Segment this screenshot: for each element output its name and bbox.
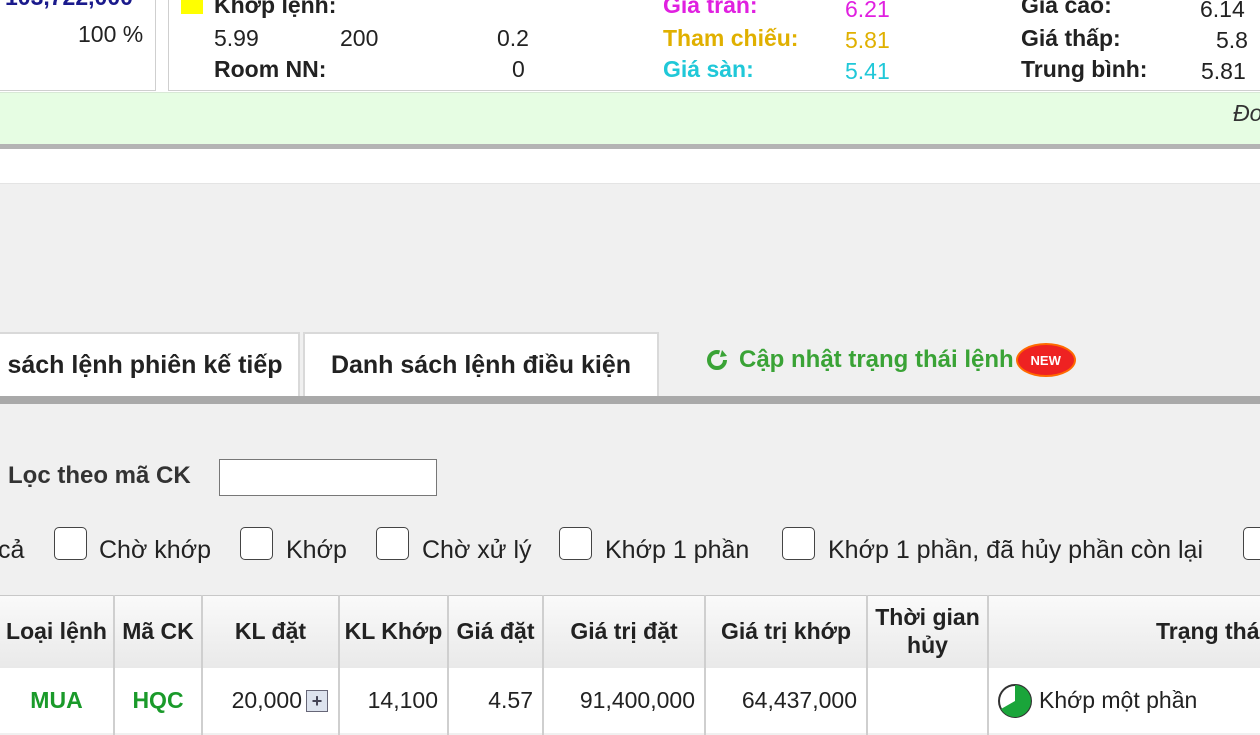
high-label: Giá cao: xyxy=(1021,0,1112,18)
reference-label: Tham chiếu: xyxy=(663,25,799,51)
column-header-price[interactable]: Giá đặt xyxy=(449,595,542,667)
tab-underline xyxy=(0,396,1260,404)
match-price: 5.99 xyxy=(214,25,259,51)
checkbox-matched[interactable] xyxy=(240,527,273,560)
percent-value: 100 % xyxy=(78,21,144,47)
column-header-match-value[interactable]: Giá trị khớp xyxy=(706,595,866,667)
symbol-cell: HQC xyxy=(132,687,184,713)
match-volume: 200 xyxy=(340,25,379,51)
order-value-cell: 91,400,000 xyxy=(579,687,695,713)
tab-next-session-orders[interactable]: sách lệnh phiên kế tiếp xyxy=(0,332,300,396)
checkbox-next[interactable] xyxy=(1243,527,1260,560)
status-filter-label-partial-cancelled: Khớp 1 phần, đã hủy phần còn lại xyxy=(828,536,1204,564)
column-divider xyxy=(987,595,989,735)
symbol-filter-input[interactable] xyxy=(219,459,437,496)
status-cell: Khớp một phần xyxy=(997,668,1260,733)
checkbox-waiting[interactable] xyxy=(54,527,87,560)
expand-icon[interactable]: + xyxy=(306,689,328,712)
status-filter-label-waiting: Chờ khớp xyxy=(99,536,211,564)
low-label: Giá thấp: xyxy=(1021,25,1121,51)
high-value: 6.14 xyxy=(1200,0,1245,22)
order-qty-value: 20,000 xyxy=(231,687,302,713)
room-label: Room NN: xyxy=(214,56,327,82)
column-header-symbol[interactable]: Mã CK xyxy=(115,595,201,667)
status-filter-label-partial: Khớp 1 phần xyxy=(605,536,750,564)
status-text: Khớp một phần xyxy=(1039,687,1198,713)
reference-value: 5.81 xyxy=(845,27,890,53)
notice-text: Đơ xyxy=(1233,100,1260,126)
filter-label: Lọc theo mã CK xyxy=(8,462,191,489)
match-qty-cell: 14,100 xyxy=(367,687,438,713)
blank-band xyxy=(0,149,1260,184)
column-header-match-qty[interactable]: KL Khớp xyxy=(340,595,447,667)
floor-label: Giá sàn: xyxy=(663,56,754,82)
average-value: 5.81 xyxy=(1201,58,1246,84)
checkbox-partial-cancelled[interactable] xyxy=(782,527,815,560)
average-label: Trung bình: xyxy=(1021,56,1148,82)
column-header-status[interactable]: Trạng thá xyxy=(1150,595,1260,667)
order-type-cell: MUA xyxy=(30,687,83,713)
column-header-order-type[interactable]: Loại lệnh xyxy=(0,595,113,667)
checkbox-processing[interactable] xyxy=(376,527,409,560)
notice-band xyxy=(0,92,1260,145)
update-order-status-link[interactable]: Cập nhật trạng thái lệnh NEW xyxy=(705,343,1074,377)
tab-label: sách lệnh phiên kế tiếp xyxy=(7,350,283,379)
legend-swatch-icon xyxy=(181,0,203,14)
column-header-order-qty[interactable]: KL đặt xyxy=(203,595,338,667)
cancel-time-cell xyxy=(868,668,987,733)
room-value: 0 xyxy=(512,56,525,82)
partial-match-icon xyxy=(998,683,1032,718)
floor-value: 5.41 xyxy=(845,58,890,84)
column-header-order-value[interactable]: Giá trị đặt xyxy=(544,595,704,667)
ceiling-value: 6.21 xyxy=(845,0,890,22)
partial-top-value: 103,722,000 xyxy=(5,0,133,11)
status-filter-label-matched: Khớp xyxy=(286,536,347,564)
price-cell: 4.57 xyxy=(488,687,533,713)
refresh-icon xyxy=(707,350,727,370)
match-label: Khớp lệnh: xyxy=(214,0,337,18)
status-filter-label-all: cả xyxy=(0,536,25,564)
checkbox-partial[interactable] xyxy=(559,527,592,560)
column-header-cancel-time[interactable]: Thời gian hủy xyxy=(868,595,987,667)
tab-conditional-orders[interactable]: Danh sách lệnh điều kiện xyxy=(303,332,659,396)
tab-label: Danh sách lệnh điều kiện xyxy=(330,350,632,379)
ceiling-label: Giá trần: xyxy=(663,0,758,18)
update-label: Cập nhật trạng thái lệnh xyxy=(739,346,1014,373)
low-value: 5.8 xyxy=(1216,27,1248,53)
status-filter-label-processing: Chờ xử lý xyxy=(422,536,532,564)
match-value-cell: 64,437,000 xyxy=(741,687,857,713)
order-qty-cell: 20,000 + xyxy=(203,668,338,733)
match-change: 0.2 xyxy=(497,25,529,51)
new-badge-icon: NEW xyxy=(1017,345,1074,375)
